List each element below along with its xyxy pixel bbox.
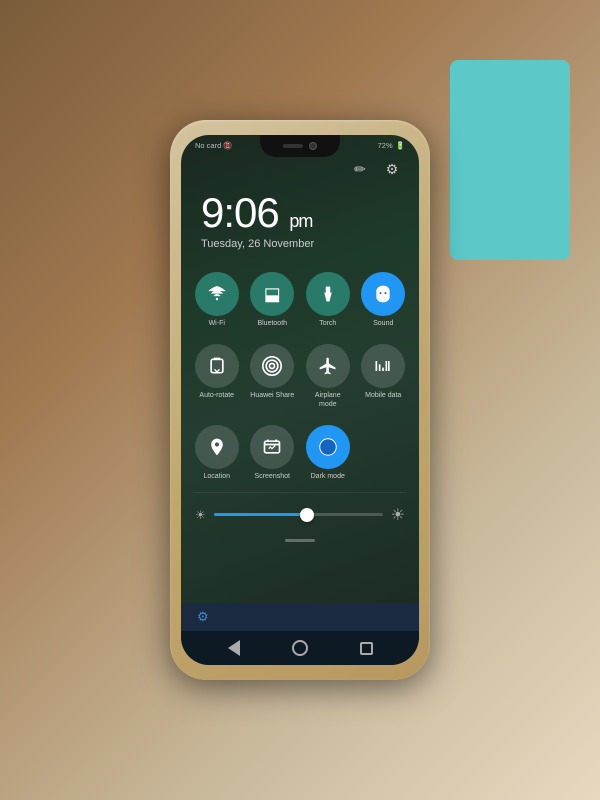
torch-button[interactable] <box>306 272 350 316</box>
toggle-auto-rotate: Auto-rotate <box>193 344 241 409</box>
airplane-label: Airplanemode <box>315 392 341 409</box>
time-display: 9:06 pm <box>201 192 399 234</box>
date-display: Tuesday, 26 November <box>201 238 399 250</box>
notch-speaker <box>283 144 303 148</box>
gear-icon: ⚙ <box>386 161 399 178</box>
screenshot-button[interactable] <box>250 425 294 469</box>
location-label: Location <box>204 473 230 481</box>
auto-rotate-button[interactable] <box>195 344 239 388</box>
phone-outer: No card 📵 72% 🔋 ✏ ⚙ 9:06 <box>170 120 430 680</box>
torch-label: Torch <box>319 320 336 328</box>
toggle-airplane: Airplanemode <box>304 344 352 409</box>
divider <box>193 492 407 493</box>
empty-slot <box>360 425 408 481</box>
back-icon <box>228 640 240 656</box>
status-right: 72% 🔋 <box>378 141 405 150</box>
toggle-screenshot: Screenshot <box>249 425 297 481</box>
toggles-row-2: Auto-rotate Huawei Share <box>181 336 419 417</box>
toggle-sound: Sound <box>360 272 408 328</box>
battery-percent: 72% <box>378 141 393 150</box>
toggle-dark-mode: Dark mode <box>304 425 352 481</box>
notch-camera <box>309 142 317 150</box>
status-left: No card 📵 <box>195 141 233 150</box>
brightness-track[interactable] <box>214 513 383 516</box>
bottom-bar: ⚙ <box>181 603 419 631</box>
phone-screen: No card 📵 72% 🔋 ✏ ⚙ 9:06 <box>181 135 419 665</box>
swipe-bar <box>285 539 315 542</box>
sound-label: Sound <box>373 320 393 328</box>
swipe-indicator <box>181 535 419 546</box>
toggle-torch: Torch <box>304 272 352 328</box>
toggles-row-3: Location Screenshot <box>181 417 419 489</box>
status-bar: No card 📵 72% 🔋 <box>181 135 419 154</box>
location-button[interactable] <box>195 425 239 469</box>
back-button[interactable] <box>225 639 243 657</box>
brightness-fill <box>214 513 307 516</box>
brightness-min-icon: ☀ <box>195 508 206 522</box>
time-value: 9:06 <box>201 189 279 236</box>
time-section: 9:06 pm Tuesday, 26 November <box>181 184 419 264</box>
dark-mode-button[interactable] <box>306 425 350 469</box>
toggles-row-1: Wi-Fi ⬓ Bluetooth Torch <box>181 264 419 336</box>
airplane-button[interactable] <box>306 344 350 388</box>
box-background <box>450 60 570 260</box>
toggle-huawei-share: Huawei Share <box>249 344 297 409</box>
brightness-row: ☀ ☀ <box>181 495 419 535</box>
recent-apps-button[interactable] <box>357 639 375 657</box>
toggle-mobile-data: Mobile data <box>360 344 408 409</box>
battery-icon: 🔋 <box>396 141 405 150</box>
settings-icon-btn[interactable]: ⚙ <box>381 158 403 180</box>
toggle-wifi: Wi-Fi <box>193 272 241 328</box>
time-ampm: pm <box>289 211 312 231</box>
screenshot-label: Screenshot <box>255 473 290 481</box>
edit-icon-btn[interactable]: ✏ <box>349 158 371 180</box>
bottom-settings-icon[interactable]: ⚙ <box>197 609 209 625</box>
dark-mode-label: Dark mode <box>311 473 345 481</box>
wifi-button[interactable] <box>195 272 239 316</box>
nav-bar <box>181 631 419 665</box>
notch <box>260 135 340 157</box>
mobile-data-label: Mobile data <box>365 392 401 400</box>
bluetooth-label: Bluetooth <box>257 320 287 328</box>
top-icons-row: ✏ ⚙ <box>181 154 419 184</box>
toggle-bluetooth: ⬓ Bluetooth <box>249 272 297 328</box>
auto-rotate-label: Auto-rotate <box>199 392 234 400</box>
sim-icon: 📵 <box>223 141 232 150</box>
brightness-max-icon: ☀ <box>391 505 405 525</box>
recent-icon <box>360 642 373 655</box>
wifi-label: Wi-Fi <box>209 320 225 328</box>
no-card-text: No card <box>195 141 221 150</box>
edit-icon: ✏ <box>354 161 366 178</box>
huawei-share-button[interactable] <box>250 344 294 388</box>
home-button[interactable] <box>291 639 309 657</box>
huawei-share-label: Huawei Share <box>250 392 294 400</box>
brightness-thumb[interactable] <box>300 508 314 522</box>
home-icon <box>292 640 308 656</box>
sound-button[interactable] <box>361 272 405 316</box>
bluetooth-button[interactable]: ⬓ <box>250 272 294 316</box>
toggle-location: Location <box>193 425 241 481</box>
mobile-data-button[interactable] <box>361 344 405 388</box>
bluetooth-icon: ⬓ <box>264 284 281 305</box>
